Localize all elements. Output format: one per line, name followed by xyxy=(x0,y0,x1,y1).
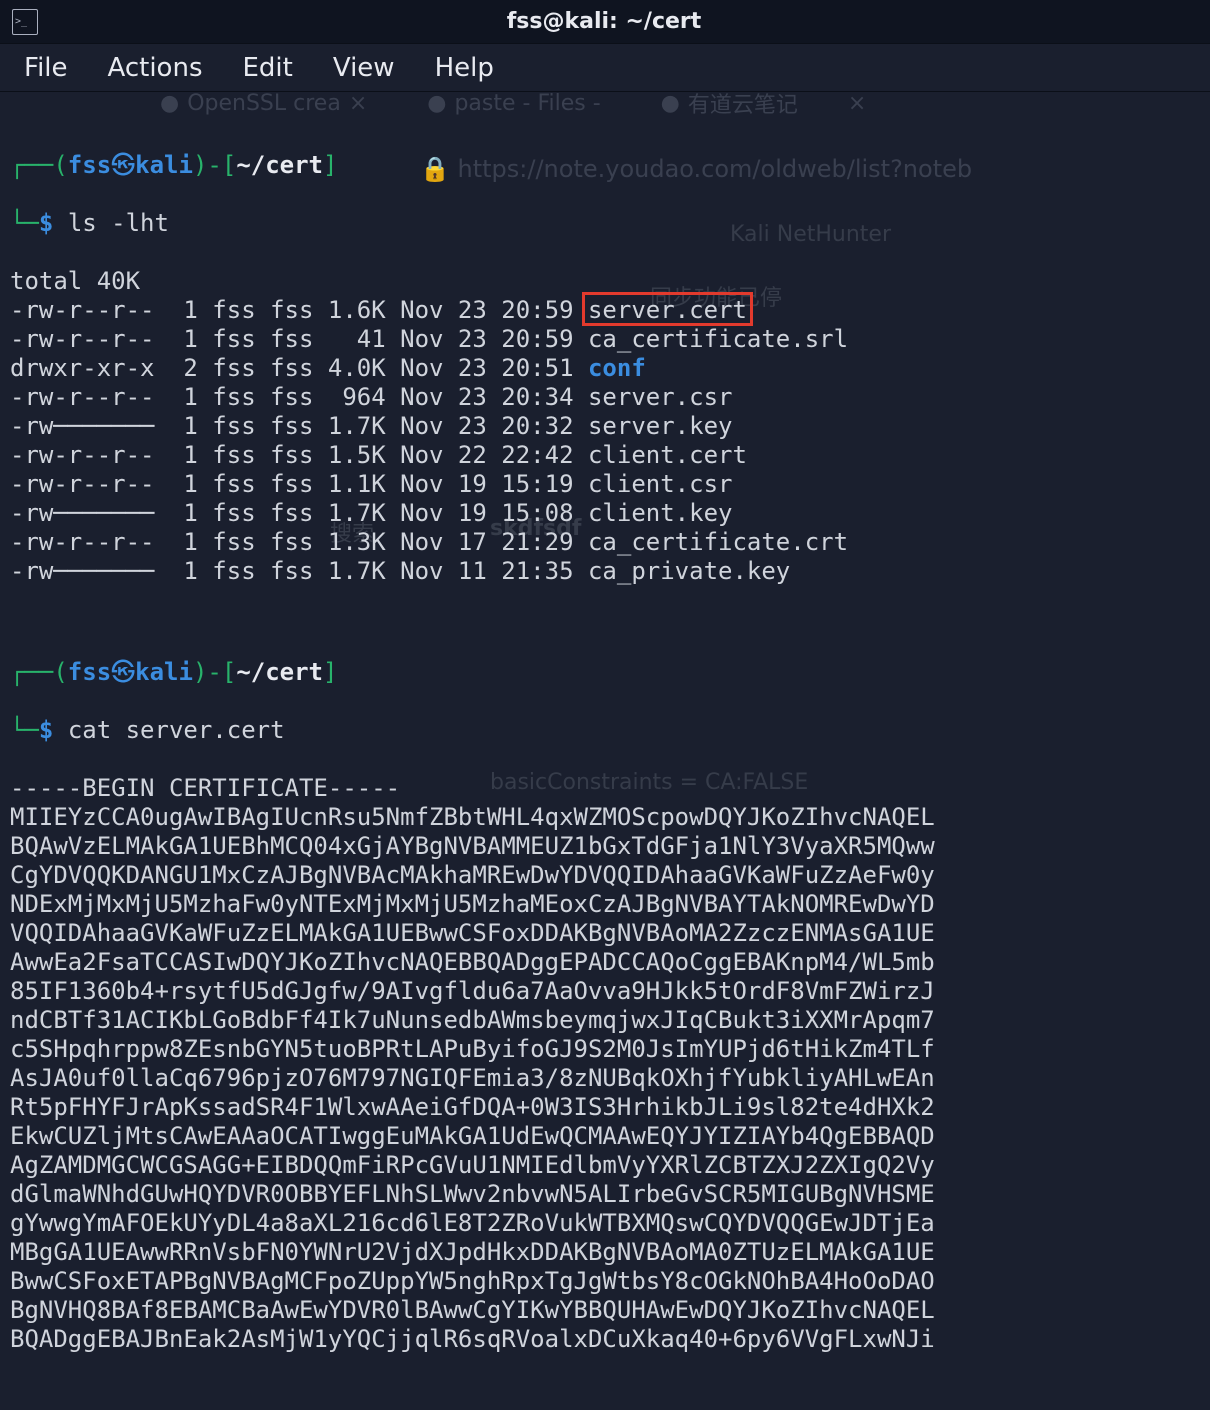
menu-actions[interactable]: Actions xyxy=(108,53,203,83)
terminal-icon: >_ xyxy=(12,9,38,35)
cert-line: gYwwgYmAFOEkUYyDL4a8aXL216cd6lE8T2ZRoVuk… xyxy=(10,1209,1200,1238)
menu-file[interactable]: File xyxy=(24,53,68,83)
prompt-line-2: ┌──(fss㉿kali)-[~/cert] xyxy=(10,658,1200,687)
cert-line: MBgGA1UEAwwRRnVsbFN0YWNrU2VjdXJpdHkxDDAK… xyxy=(10,1238,1200,1267)
cert-line: VQQIDAhaaGVKaWFuZzELMAkGA1UEBwwCSFoxDDAK… xyxy=(10,919,1200,948)
cert-line: BwwCSFoxETAPBgNVBAgMCFpoZUppYW5nghRpxTgJ… xyxy=(10,1267,1200,1296)
cert-line: AgZAMDMGCWCGSAGG+EIBDQQmFiRPcGVuU1NMIEdl… xyxy=(10,1151,1200,1180)
cert-line: AwwEa2FsaTCCASIwDQYJKoZIhvcNAQEBBQADggEP… xyxy=(10,948,1200,977)
menu-bar: File Actions Edit View Help xyxy=(0,44,1210,92)
cert-line: dGlmaWNhdGUwHQYDVR0OBBYEFLNhSLWwv2nbvwN5… xyxy=(10,1180,1200,1209)
ls-row: drwxr-xr-x 2 fss fss 4.0K Nov 23 20:51 c… xyxy=(10,354,1200,383)
ls-filename: client.cert xyxy=(588,441,747,469)
cert-line: Rt5pFHYFJrApKssadSR4F1WlxwAAeiGfDQA+0W3I… xyxy=(10,1093,1200,1122)
cert-line: BQADggEBAJBnEak2AsMjW1yYQCjjqlR6sqRVoalx… xyxy=(10,1325,1200,1354)
ls-row: -rw─────── 1 fss fss 1.7K Nov 23 20:32 s… xyxy=(10,412,1200,441)
ls-filename: server.csr xyxy=(588,383,733,411)
ls-filename: client.csr xyxy=(588,470,733,498)
cert-line: AsJA0uf0llaCq6796pjzO76M797NGIQFEmia3/8z… xyxy=(10,1064,1200,1093)
ls-filename: ca_certificate.srl xyxy=(588,325,848,353)
window-titlebar: >_ fss@kali: ~/cert xyxy=(0,0,1210,44)
cert-body: MIIEYzCCA0ugAwIBAgIUcnRsu5NmfZBbtWHL4qxW… xyxy=(10,803,1200,1354)
cert-line: c5SHpqhrppw8ZEsnbGYN5tuoBPRtLAPuByifoGJ9… xyxy=(10,1035,1200,1064)
ls-row: -rw─────── 1 fss fss 1.7K Nov 19 15:08 c… xyxy=(10,499,1200,528)
menu-help[interactable]: Help xyxy=(435,53,494,83)
ls-row: -rw-r--r-- 1 fss fss 1.1K Nov 19 15:19 c… xyxy=(10,470,1200,499)
ls-filename: server.key xyxy=(588,412,733,440)
cert-line: EkwCUZljMtsCAwEAAaOCATIwggEuMAkGA1UdEwQC… xyxy=(10,1122,1200,1151)
ls-filename: ca_private.key xyxy=(588,557,790,585)
cert-line: BgNVHQ8BAf8EBAMCBaAwEwYDVR0lBAwwCgYIKwYB… xyxy=(10,1296,1200,1325)
cert-line: 85IF1360b4+rsytfU5dGJgfw/9AIvgfldu6a7AaO… xyxy=(10,977,1200,1006)
cert-line: ndCBTf31ACIKbLGoBdbFf4Ik7uNunsedbAWmsbey… xyxy=(10,1006,1200,1035)
ls-filename-dir: conf xyxy=(588,354,646,382)
ls-filename: client.key xyxy=(588,499,733,527)
terminal-output[interactable]: ┌──(fss㉿kali)-[~/cert] └─$ ls -lht total… xyxy=(0,92,1210,1393)
cert-line: NDExMjMxMjU5MzhaFw0yNTExMjMxMjU5MzhaMEox… xyxy=(10,890,1200,919)
menu-view[interactable]: View xyxy=(333,53,395,83)
command-line-2: └─$ cat server.cert xyxy=(10,716,1200,745)
ls-row: -rw-r--r-- 1 fss fss 1.3K Nov 17 21:29 c… xyxy=(10,528,1200,557)
cert-line: BQAwVzELMAkGA1UEBhMCQ04xGjAYBgNVBAMMEUZ1… xyxy=(10,832,1200,861)
cert-line: CgYDVQQKDANGU1MxCzAJBgNVBAcMAkhaMREwDwYD… xyxy=(10,861,1200,890)
prompt-line-1: ┌──(fss㉿kali)-[~/cert] xyxy=(10,151,1200,180)
ls-row: -rw-r--r-- 1 fss fss 1.5K Nov 22 22:42 c… xyxy=(10,441,1200,470)
ls-row: -rw-r--r-- 1 fss fss 1.6K Nov 23 20:59 s… xyxy=(10,296,1200,325)
ls-listing: -rw-r--r-- 1 fss fss 1.6K Nov 23 20:59 s… xyxy=(10,296,1200,586)
cert-line: MIIEYzCCA0ugAwIBAgIUcnRsu5NmfZBbtWHL4qxW… xyxy=(10,803,1200,832)
window-title: fss@kali: ~/cert xyxy=(38,9,1170,34)
ls-total: total 40K xyxy=(10,267,140,295)
menu-edit[interactable]: Edit xyxy=(243,53,293,83)
ls-row: -rw-r--r-- 1 fss fss 964 Nov 23 20:34 se… xyxy=(10,383,1200,412)
ls-filename: ca_certificate.crt xyxy=(588,528,848,556)
cert-begin-line: -----BEGIN CERTIFICATE----- xyxy=(10,774,400,802)
ls-row: -rw─────── 1 fss fss 1.7K Nov 11 21:35 c… xyxy=(10,557,1200,586)
command-line-1: └─$ ls -lht xyxy=(10,209,1200,238)
ls-row: -rw-r--r-- 1 fss fss 41 Nov 23 20:59 ca_… xyxy=(10,325,1200,354)
ls-filename: server.cert xyxy=(588,296,747,324)
